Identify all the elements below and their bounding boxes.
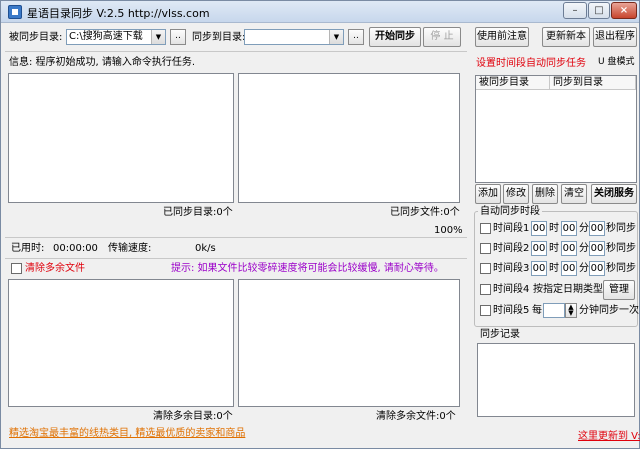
sync-log-panel[interactable] — [477, 343, 635, 417]
col-header-target[interactable]: 同步到目录 — [550, 76, 636, 90]
auto-task-title: 设置时间段自动同步任务 — [476, 58, 586, 69]
clear-extra-checkbox[interactable] — [11, 263, 22, 274]
period4-label: 时间段4 — [493, 284, 530, 295]
period3-m-unit: 分 — [579, 263, 589, 274]
period1-second[interactable]: 00 — [589, 221, 605, 236]
period2-hour[interactable]: 00 — [531, 241, 547, 256]
cleared-files-list[interactable] — [238, 279, 460, 407]
sync-log-title: 同步记录 — [478, 329, 522, 341]
clear-extra-label[interactable]: 清除多余文件 — [25, 263, 85, 275]
period5-label: 时间段5 — [493, 305, 530, 316]
cleared-dirs-count: 清除多余目录:0个 — [153, 411, 233, 422]
period3-hour[interactable]: 00 — [531, 261, 547, 276]
target-browse-button[interactable]: .. — [348, 29, 364, 45]
divider — [5, 237, 467, 238]
footer-link[interactable]: 精选淘宝最丰富的线热类目, 精选最优质的卖家和商品 — [9, 428, 245, 440]
start-sync-button[interactable]: 开始同步 — [369, 27, 421, 47]
period3-second[interactable]: 00 — [589, 261, 605, 276]
source-dir-combo[interactable]: C:\搜狗高速下载 ▼ — [66, 29, 166, 45]
period1-h-unit: 时 — [549, 223, 559, 234]
period2-m-unit: 分 — [579, 243, 589, 254]
chevron-down-icon[interactable]: ▼ — [329, 30, 343, 44]
stop-button[interactable]: 停 止 — [423, 27, 461, 47]
period5-checkbox[interactable] — [480, 305, 491, 316]
progress-percent: 100% — [434, 225, 463, 236]
usb-mode-label[interactable]: U 盘模式 — [598, 56, 634, 68]
elapsed-label: 已用时: — [11, 243, 45, 254]
source-dir-label: 被同步目录: — [9, 32, 63, 43]
period3-label: 时间段3 — [493, 263, 530, 274]
auto-sync-group-title: 自动同步时段 — [478, 206, 542, 218]
chevron-down-icon[interactable]: ▼ — [151, 30, 165, 44]
period2-label: 时间段2 — [493, 243, 530, 254]
notes-button[interactable]: 使用前注意 — [475, 27, 529, 47]
task-table[interactable]: 被同步目录 同步到目录 — [475, 75, 637, 183]
delete-button[interactable]: 删除 — [532, 184, 558, 204]
period3-checkbox[interactable] — [480, 263, 491, 274]
edit-button[interactable]: 修改 — [503, 184, 529, 204]
minimize-button[interactable]: – — [563, 2, 587, 19]
divider — [5, 258, 467, 259]
period5-spin-icon[interactable]: ▲ ▼ — [565, 303, 577, 318]
shutdown-service-button[interactable]: 关闭服务 — [591, 184, 637, 204]
period1-m-unit: 分 — [579, 223, 589, 234]
hint-text: 提示: 如果文件比较零碎速度将可能会比较缓慢, 请耐心等待。 — [171, 263, 444, 274]
col-header-source[interactable]: 被同步目录 — [476, 76, 550, 90]
window-title: 星语目录同步 V:2.5 http://vlss.com — [27, 7, 210, 20]
synced-files-count: 已同步文件:0个 — [390, 207, 460, 218]
cleared-dirs-list[interactable] — [8, 279, 234, 407]
period3-h-unit: 时 — [549, 263, 559, 274]
period2-h-unit: 时 — [549, 243, 559, 254]
period1-minute[interactable]: 00 — [561, 221, 577, 236]
period2-s-unit: 秒同步 — [606, 243, 636, 254]
period1-checkbox[interactable] — [480, 223, 491, 234]
source-browse-button[interactable]: .. — [170, 29, 186, 45]
elapsed-value: 00:00:00 — [53, 243, 98, 254]
target-dir-combo[interactable]: ▼ — [244, 29, 344, 45]
period5-interval-input[interactable] — [543, 303, 565, 318]
divider — [5, 51, 467, 52]
period2-checkbox[interactable] — [480, 243, 491, 254]
close-button[interactable]: × — [611, 2, 637, 19]
app-icon — [8, 5, 22, 19]
period2-minute[interactable]: 00 — [561, 241, 577, 256]
period4-checkbox[interactable] — [480, 284, 491, 295]
period1-label: 时间段1 — [493, 223, 530, 234]
period3-minute[interactable]: 00 — [561, 261, 577, 276]
add-button[interactable]: 添加 — [475, 184, 501, 204]
info-text: 信息: 程序初始成功, 请输入命令执行任务. — [9, 57, 196, 68]
period5-text: 分钟同步一次 — [579, 305, 639, 316]
source-dir-value: C:\搜狗高速下载 — [69, 31, 143, 42]
clear-button[interactable]: 清空 — [561, 184, 587, 204]
synced-files-list[interactable] — [238, 73, 460, 203]
update-button[interactable]: 更新新本 — [542, 27, 590, 47]
period3-s-unit: 秒同步 — [606, 263, 636, 274]
title-bar: 星语目录同步 V:2.5 http://vlss.com – □ × — [1, 1, 639, 23]
manage-button[interactable]: 管理 — [603, 280, 635, 300]
speed-value: 0k/s — [195, 243, 216, 254]
period1-hour[interactable]: 00 — [531, 221, 547, 236]
period2-second[interactable]: 00 — [589, 241, 605, 256]
update-link[interactable]: 这里更新到 V: — [578, 431, 640, 443]
main-window: 星语目录同步 V:2.5 http://vlss.com – □ × 被同步目录… — [0, 0, 640, 449]
target-dir-label: 同步到目录: — [192, 32, 246, 43]
period5-every: 每 — [532, 305, 542, 316]
synced-dirs-list[interactable] — [8, 73, 234, 203]
exit-button[interactable]: 退出程序 — [593, 27, 637, 47]
period4-text: 按指定日期类型 — [533, 284, 603, 295]
speed-label: 传输速度: — [108, 243, 152, 254]
synced-dirs-count: 已同步目录:0个 — [163, 207, 233, 218]
period1-s-unit: 秒同步 — [606, 223, 636, 234]
maximize-button[interactable]: □ — [588, 2, 610, 19]
cleared-files-count: 清除多余文件:0个 — [376, 411, 456, 422]
